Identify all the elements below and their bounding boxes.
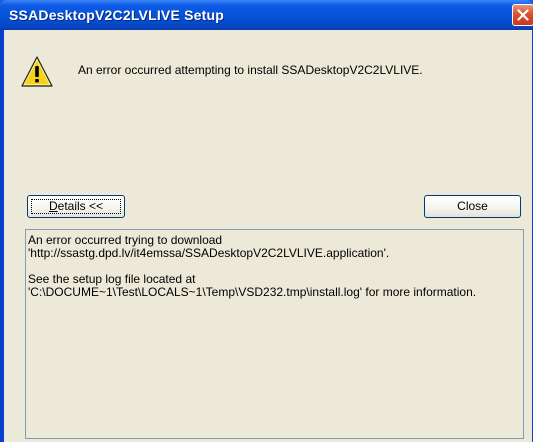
- close-icon: [517, 9, 529, 21]
- warning-icon: [21, 56, 53, 87]
- details-toggle-button[interactable]: Details <<: [27, 195, 125, 218]
- close-window-button[interactable]: [512, 4, 533, 26]
- title-bar[interactable]: SSADesktopV2C2LVLIVE Setup: [0, 0, 533, 30]
- focus-rectangle: [31, 199, 121, 214]
- error-message: An error occurred attempting to install …: [78, 63, 423, 77]
- error-details-textbox[interactable]: An error occurred trying to download 'ht…: [25, 229, 524, 439]
- window-title: SSADesktopV2C2LVLIVE Setup: [9, 7, 224, 23]
- setup-dialog-window: SSADesktopV2C2LVLIVE Setup An error occu…: [0, 0, 533, 442]
- details-line: 'C:\DOCUME~1\Test\LOCALS~1\Temp\VSD232.t…: [28, 285, 477, 299]
- close-button[interactable]: Close: [424, 195, 521, 218]
- dialog-content: An error occurred attempting to install …: [4, 30, 532, 442]
- details-line: 'http://ssastg.dpd.lv/it4emssa/SSADeskto…: [28, 246, 390, 260]
